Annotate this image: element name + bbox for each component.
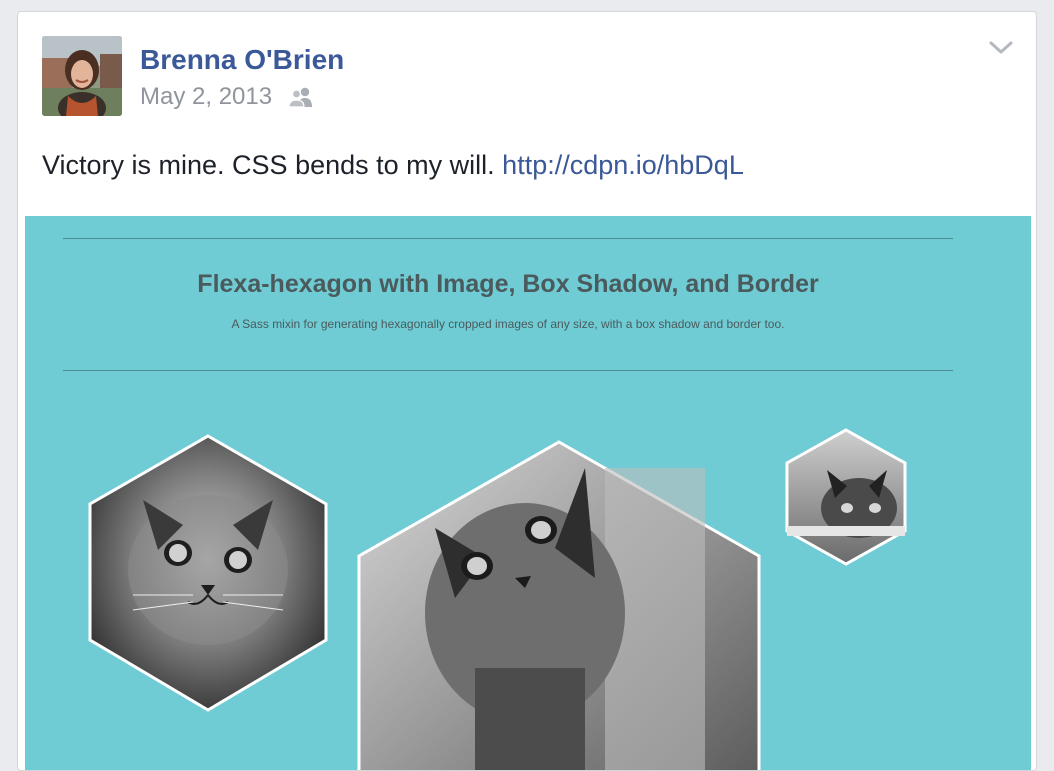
profile-photo	[42, 36, 122, 116]
post-meta: May 2, 2013	[140, 82, 314, 112]
kitten-photo-right	[785, 428, 907, 566]
preview-subtitle: A Sass mixin for generating hexagonally …	[231, 317, 785, 331]
post-message: Victory is mine. CSS bends to my will.	[42, 150, 495, 180]
kitten-photo-left	[88, 434, 328, 712]
friends-icon[interactable]	[288, 86, 314, 108]
author-name[interactable]: Brenna O'Brien	[140, 44, 344, 76]
post-text: Victory is mine. CSS bends to my will. h…	[42, 150, 744, 181]
post-date[interactable]: May 2, 2013	[140, 83, 272, 111]
link-preview-image[interactable]: Flexa-hexagon with Image, Box Shadow, an…	[25, 216, 1031, 770]
preview-title: Flexa-hexagon with Image, Box Shadow, an…	[197, 270, 819, 298]
post-link[interactable]: http://cdpn.io/hbDqL	[502, 150, 744, 180]
post-card: Brenna O'Brien May 2, 2013 Victory is mi…	[17, 11, 1037, 771]
divider	[63, 238, 953, 239]
chevron-down-icon[interactable]	[988, 38, 1014, 58]
avatar[interactable]	[42, 36, 122, 116]
divider	[63, 370, 953, 371]
kitten-photo-center	[357, 440, 761, 770]
